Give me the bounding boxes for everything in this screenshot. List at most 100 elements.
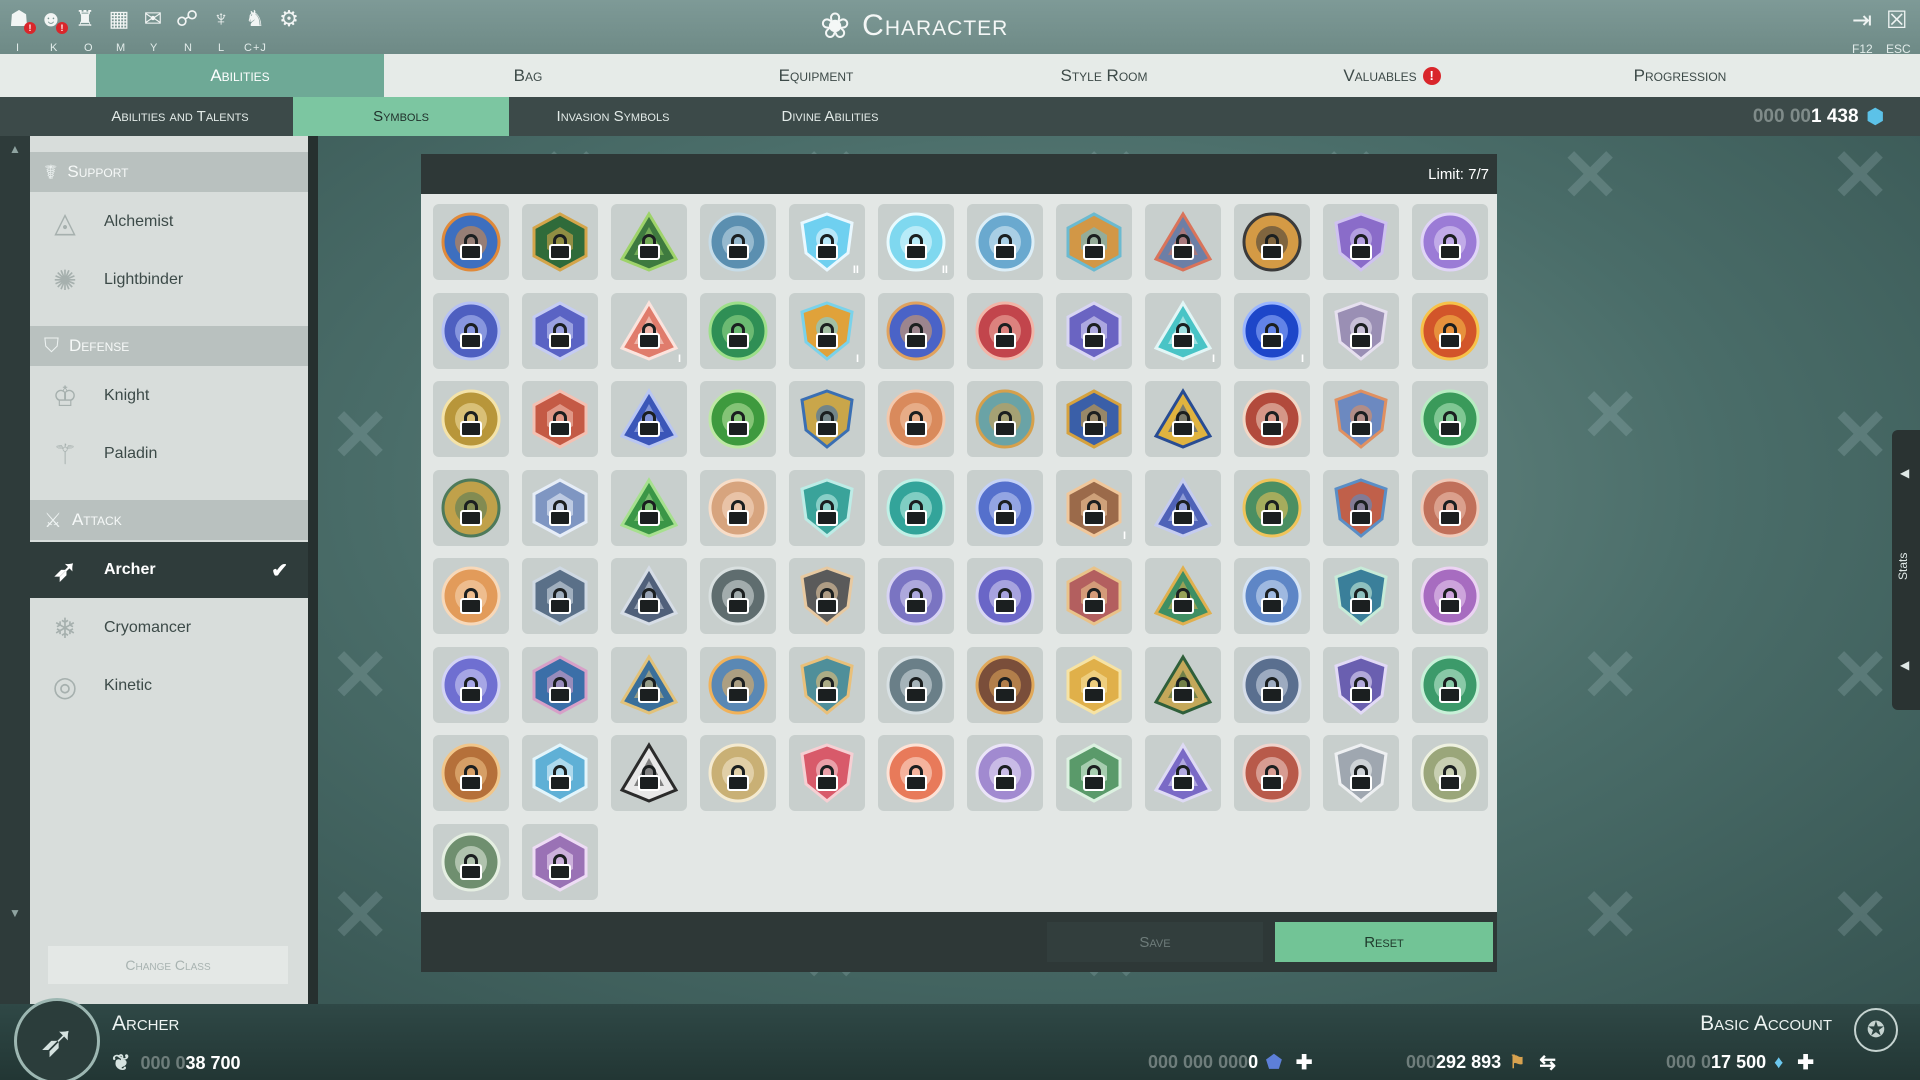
symbol-slot[interactable] <box>700 558 776 634</box>
class-item-lightbinder[interactable]: ✺ Lightbinder <box>30 252 308 308</box>
symbol-slot[interactable] <box>1323 381 1399 457</box>
symbol-slot[interactable] <box>1323 646 1399 723</box>
symbol-slot[interactable] <box>700 381 776 457</box>
close-icon[interactable]: ☒ <box>1886 6 1908 35</box>
symbol-slot[interactable] <box>700 204 776 280</box>
symbol-slot[interactable] <box>1145 469 1221 546</box>
symbol-slot[interactable] <box>1234 558 1310 634</box>
symbol-slot[interactable] <box>700 646 776 723</box>
account-star-icon[interactable]: ✪ <box>1854 1008 1898 1052</box>
symbol-slot[interactable]: II <box>878 204 954 280</box>
symbol-slot[interactable] <box>1145 646 1221 723</box>
character-icon[interactable]: ☗! <box>6 6 36 34</box>
symbol-slot[interactable] <box>967 292 1043 369</box>
symbol-slot[interactable] <box>1234 646 1310 723</box>
symbol-slot[interactable] <box>1234 204 1310 280</box>
class-list-scrollbar[interactable]: ▲ ▼ <box>0 136 30 1004</box>
symbol-slot[interactable] <box>1145 381 1221 457</box>
symbol-slot[interactable] <box>967 469 1043 546</box>
symbol-slot[interactable] <box>1412 381 1488 457</box>
symbol-slot[interactable] <box>1412 558 1488 634</box>
symbol-slot[interactable] <box>1056 292 1132 369</box>
symbol-slot[interactable] <box>1412 469 1488 546</box>
symbol-slot[interactable] <box>522 646 598 723</box>
symbol-slot[interactable] <box>1145 204 1221 280</box>
symbol-slot[interactable] <box>878 469 954 546</box>
symbol-slot[interactable] <box>1145 735 1221 811</box>
chevron-left-icon[interactable]: ◀ <box>1900 658 1909 672</box>
symbol-slot[interactable] <box>433 292 509 369</box>
symbol-slot[interactable] <box>1412 292 1488 369</box>
symbol-slot[interactable] <box>433 469 509 546</box>
symbol-slot[interactable] <box>1145 558 1221 634</box>
settings-icon[interactable]: ⚙ <box>276 6 302 32</box>
symbol-slot[interactable] <box>878 292 954 369</box>
symbol-slot[interactable] <box>1412 204 1488 280</box>
add-icon[interactable]: ✚ <box>1296 1050 1313 1075</box>
symbol-slot[interactable]: I <box>1145 292 1221 369</box>
symbol-slot[interactable] <box>1056 558 1132 634</box>
stats-tab[interactable]: ◀ Stats ◀ <box>1892 430 1920 710</box>
symbol-slot[interactable] <box>611 204 687 280</box>
symbol-slot[interactable] <box>611 469 687 546</box>
symbol-slot[interactable] <box>611 381 687 457</box>
symbol-slot[interactable]: I <box>611 292 687 369</box>
chevron-left-icon[interactable]: ◀ <box>1900 466 1909 480</box>
symbol-slot[interactable] <box>789 558 865 634</box>
symbol-slot[interactable] <box>1234 381 1310 457</box>
symbol-slot[interactable] <box>789 381 865 457</box>
symbol-slot[interactable] <box>522 469 598 546</box>
subtab-abilities-talents[interactable]: Abilities and Talents <box>80 97 280 136</box>
symbol-slot[interactable]: II <box>789 204 865 280</box>
symbol-slot[interactable] <box>1323 735 1399 811</box>
symbol-slot[interactable] <box>878 735 954 811</box>
class-item-knight[interactable]: ♔ Knight <box>30 368 308 424</box>
symbol-slot[interactable]: I <box>789 292 865 369</box>
symbol-slot[interactable] <box>1412 735 1488 811</box>
symbol-slot[interactable]: I <box>1234 292 1310 369</box>
symbol-slot[interactable] <box>967 204 1043 280</box>
symbol-slot[interactable] <box>1323 204 1399 280</box>
symbol-slot[interactable] <box>1056 381 1132 457</box>
symbol-slot[interactable] <box>522 381 598 457</box>
symbol-slot[interactable] <box>1056 646 1132 723</box>
symbol-slot[interactable] <box>878 558 954 634</box>
symbol-slot[interactable] <box>878 646 954 723</box>
symbol-slot[interactable] <box>1234 735 1310 811</box>
emblem-icon[interactable]: ♆ <box>208 6 234 32</box>
symbol-slot[interactable] <box>433 646 509 723</box>
guild-icon[interactable]: ☻! <box>38 6 68 34</box>
symbol-slot[interactable] <box>611 558 687 634</box>
symbol-slot[interactable] <box>967 558 1043 634</box>
subtab-divine-abilities[interactable]: Divine Abilities <box>750 97 910 136</box>
symbol-slot[interactable] <box>789 469 865 546</box>
symbol-slot[interactable] <box>433 204 509 280</box>
add-icon[interactable]: ✚ <box>1797 1050 1814 1075</box>
class-item-cryomancer[interactable]: ❄ Cryomancer <box>30 600 308 656</box>
symbol-slot[interactable] <box>789 735 865 811</box>
exchange-icon[interactable]: ⇆ <box>1539 1050 1556 1075</box>
exit-icon[interactable]: ⇥ <box>1852 6 1872 35</box>
subtab-symbols[interactable]: Symbols <box>293 97 509 136</box>
map-icon[interactable]: ▦ <box>106 6 132 32</box>
symbol-slot[interactable] <box>789 646 865 723</box>
symbol-slot[interactable] <box>1323 469 1399 546</box>
class-item-archer[interactable]: ➶ Archer ✔ <box>30 542 308 598</box>
symbol-slot[interactable] <box>1056 735 1132 811</box>
symbol-slot[interactable] <box>700 469 776 546</box>
symbol-slot[interactable] <box>1412 646 1488 723</box>
class-item-alchemist[interactable]: ◬ Alchemist <box>30 194 308 250</box>
handshake-icon[interactable]: ☍ <box>174 6 200 32</box>
symbol-slot[interactable] <box>522 558 598 634</box>
symbol-slot[interactable] <box>433 558 509 634</box>
symbol-slot[interactable] <box>433 381 509 457</box>
chat-icon[interactable]: ✉ <box>140 6 166 32</box>
tab-progression[interactable]: Progression <box>1536 54 1824 97</box>
change-class-button[interactable]: Change Class <box>48 946 288 984</box>
symbol-slot[interactable]: I <box>1056 469 1132 546</box>
symbol-slot[interactable] <box>522 204 598 280</box>
tab-bag[interactable]: Bag <box>384 54 672 97</box>
symbol-slot[interactable] <box>522 735 598 811</box>
tab-valuables[interactable]: Valuables! <box>1248 54 1536 97</box>
symbol-slot[interactable] <box>700 735 776 811</box>
